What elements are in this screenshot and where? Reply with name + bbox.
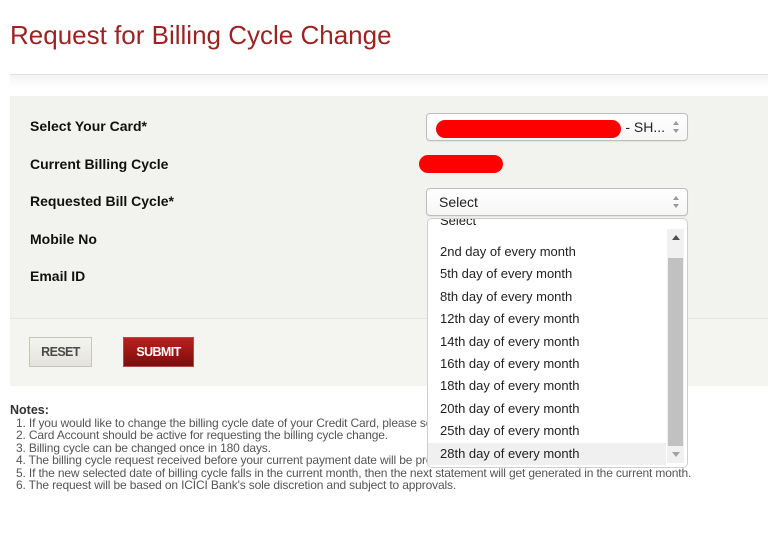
scroll-up-arrow-icon[interactable] [667, 229, 684, 246]
scroll-down-arrow-icon[interactable] [667, 446, 684, 463]
label-select-card: Select Your Card* [30, 118, 147, 134]
label-mobile-no: Mobile No [30, 231, 97, 247]
redacted-card-number [436, 120, 621, 138]
dropdown-option-highlighted[interactable]: 28th day of every month [428, 442, 666, 465]
card-select[interactable]: - SH... [426, 113, 688, 141]
label-requested-bill-cycle: Requested Bill Cycle* [30, 193, 174, 209]
dropdown-option[interactable]: 20th day of every month [428, 398, 666, 420]
card-select-value-suffix: - SH... [625, 119, 665, 135]
page-title: Request for Billing Cycle Change [10, 20, 392, 50]
dropdown-option[interactable]: 5th day of every month [428, 263, 666, 285]
label-current-billing-cycle: Current Billing Cycle [30, 156, 169, 172]
scrollbar-thumb[interactable] [668, 258, 683, 446]
dropdown-scrollbar[interactable] [667, 229, 684, 463]
dropdown-option[interactable]: 25th day of every month [428, 420, 666, 442]
dropdown-option[interactable]: 14th day of every month [428, 331, 666, 353]
requested-bill-cycle-select[interactable]: Select [426, 188, 688, 216]
requested-bill-cycle-value: Select [439, 194, 478, 210]
dropdown-option[interactable]: 16th day of every month [428, 353, 666, 375]
submit-button[interactable]: SUBMIT [123, 337, 194, 367]
select-arrows-icon [672, 121, 679, 133]
redacted-current-billing-cycle [419, 155, 503, 173]
dropdown-option[interactable]: 12th day of every month [428, 308, 666, 330]
note-item: 6. The request will be based on ICICI Ba… [16, 478, 457, 492]
dropdown-option[interactable]: Select [428, 219, 666, 232]
dropdown-option[interactable]: 2nd day of every month [428, 241, 666, 263]
label-email-id: Email ID [30, 268, 86, 284]
dropdown-option[interactable]: 8th day of every month [428, 286, 666, 308]
dropdown-option[interactable]: 18th day of every month [428, 375, 666, 397]
bill-cycle-dropdown-list[interactable]: Select 2nd day of every month 5th day of… [427, 218, 688, 468]
reset-button[interactable]: RESET [29, 337, 92, 367]
title-divider [10, 74, 768, 88]
select-arrows-icon [672, 196, 679, 208]
